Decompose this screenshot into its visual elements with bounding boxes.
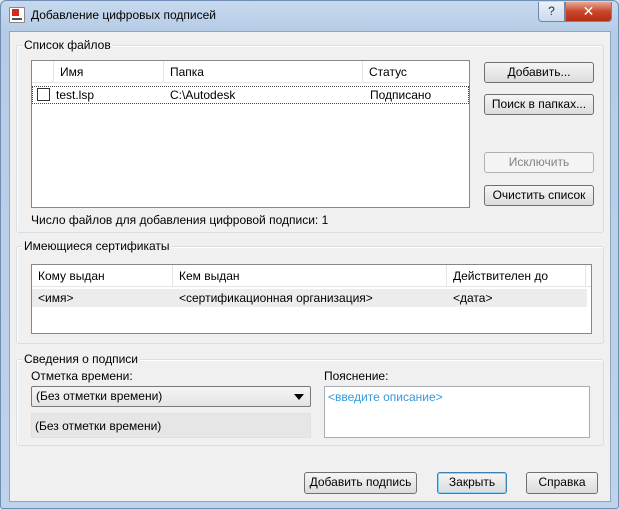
dialog-window: Добавление цифровых подписей ? ✕ Список … — [0, 0, 619, 509]
file-folder-cell: C:\Autodesk — [170, 88, 236, 102]
close-button[interactable]: Закрыть — [437, 472, 507, 494]
certificates-listview[interactable]: Кому выдан Кем выдан Действителен до <им… — [31, 264, 592, 334]
clear-list-button[interactable]: Очистить список — [484, 185, 594, 206]
dialog-client-area: Список файлов Имя Папка Статус test.lsp … — [9, 31, 611, 502]
cert-issued-by-cell: <сертификационная организация> — [179, 291, 373, 305]
signature-group-label: Сведения о подписи — [22, 352, 140, 366]
table-row[interactable]: <имя> <сертификационная организация> <да… — [32, 289, 587, 307]
files-listview[interactable]: Имя Папка Статус test.lsp C:\Autodesk По… — [31, 60, 470, 208]
title-bar[interactable]: Добавление цифровых подписей ? ✕ — [1, 1, 618, 31]
app-icon — [9, 7, 25, 23]
timestamp-readonly-text: (Без отметки времени) — [35, 419, 162, 433]
certificates-list-header: Кому выдан Кем выдан Действителен до — [32, 265, 591, 287]
table-row[interactable]: test.lsp C:\Autodesk Подписано — [32, 86, 469, 104]
close-title-button[interactable]: ✕ — [565, 2, 612, 22]
files-col-folder[interactable]: Папка — [164, 61, 363, 83]
files-col-status[interactable]: Статус — [363, 61, 469, 83]
add-files-button[interactable]: Добавить... — [484, 62, 594, 83]
search-folders-button[interactable]: Поиск в папках... — [484, 94, 594, 115]
window-title: Добавление цифровых подписей — [31, 8, 216, 22]
file-status-cell: Подписано — [370, 88, 432, 102]
files-count-text: Число файлов для добавления цифровой под… — [31, 213, 329, 227]
comment-textarea[interactable]: <введите описание> — [324, 386, 590, 438]
comment-placeholder: <введите описание> — [328, 390, 443, 404]
cert-valid-until-cell: <дата> — [453, 291, 493, 305]
files-list-header: Имя Папка Статус — [32, 61, 469, 83]
timestamp-readonly-field: (Без отметки времени) — [31, 413, 311, 438]
file-checkbox[interactable] — [37, 88, 50, 101]
exclude-button[interactable]: Исключить — [484, 152, 594, 173]
timestamp-dropdown[interactable]: (Без отметки времени) — [31, 386, 311, 407]
certificates-group-label: Имеющиеся сертификаты — [22, 239, 172, 253]
help-title-button[interactable]: ? — [538, 2, 565, 22]
cert-issued-to-cell: <имя> — [38, 291, 74, 305]
dropdown-arrow-icon — [294, 394, 304, 400]
files-col-name[interactable]: Имя — [54, 61, 164, 83]
help-button[interactable]: Справка — [526, 472, 598, 494]
files-col-check[interactable] — [32, 61, 54, 83]
cert-col-valid-until[interactable]: Действителен до — [447, 265, 586, 287]
add-signature-button[interactable]: Добавить подпись — [304, 472, 417, 494]
cert-col-issued-to[interactable]: Кому выдан — [32, 265, 173, 287]
file-name-cell: test.lsp — [56, 88, 95, 102]
files-group-label: Список файлов — [22, 38, 113, 52]
cert-col-issued-by[interactable]: Кем выдан — [173, 265, 447, 287]
timestamp-selected-value: (Без отметки времени) — [36, 389, 163, 403]
comment-label: Пояснение: — [324, 369, 389, 383]
timestamp-label: Отметка времени: — [31, 369, 133, 383]
